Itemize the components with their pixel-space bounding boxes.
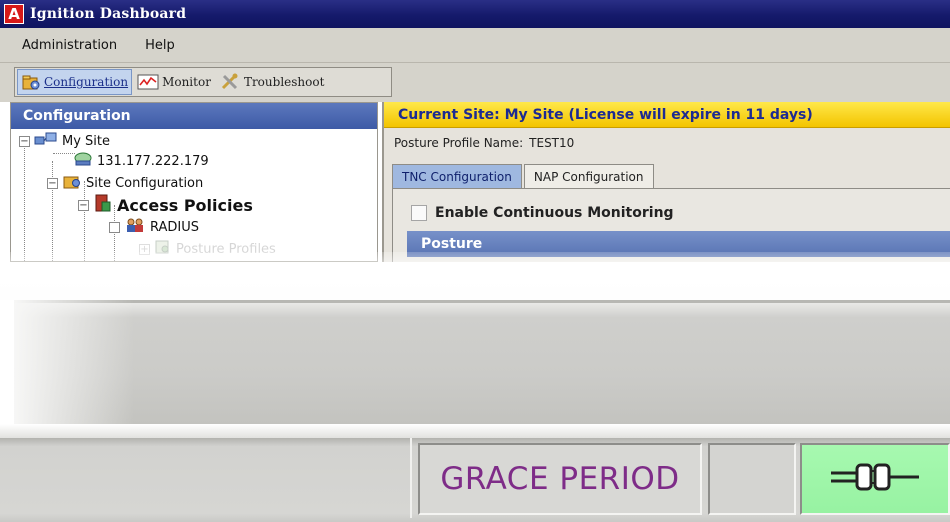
license-status-text: GRACE PERIOD: [440, 461, 680, 497]
tnc-configuration-content: Enable Continuous Monitoring Posture: [392, 188, 950, 262]
collapse-icon[interactable]: −: [78, 199, 89, 211]
configuration-tabs: TNC Configuration NAP Configuration: [392, 164, 656, 188]
tree-connector: [53, 153, 75, 154]
tree-item-ip-address[interactable]: 131.177.222.179: [73, 151, 209, 171]
window-title: Ignition Dashboard: [30, 6, 187, 22]
troubleshoot-tools-icon: [219, 73, 241, 91]
connection-status-cell[interactable]: [800, 443, 950, 515]
tab-tnc-configuration[interactable]: TNC Configuration: [392, 164, 522, 188]
configuration-button[interactable]: Configuration: [17, 69, 133, 95]
status-cell-message: [0, 438, 412, 518]
monitor-chart-icon: [137, 73, 159, 91]
tree-item-my-site[interactable]: − My Site: [19, 131, 110, 151]
tree-connector: [84, 181, 85, 261]
app-logo-icon: A: [4, 4, 24, 24]
menu-administration[interactable]: Administration: [22, 38, 117, 53]
status-panel-background: [14, 300, 950, 424]
status-cell-empty: [708, 443, 796, 515]
tree-label-site-configuration: Site Configuration: [86, 175, 204, 191]
configuration-tree-panel: Configuration − My Site 131.177.222.179 …: [10, 102, 378, 262]
posture-profile-name-label: Posture Profile Name:: [394, 136, 524, 150]
toolbar: Configuration Monitor Troubleshoot: [0, 62, 950, 102]
site-configuration-icon: [62, 173, 82, 193]
current-site-banner: Current Site: My Site (License will expi…: [384, 102, 950, 128]
panel-shadow: [14, 300, 134, 424]
tree-item-site-configuration[interactable]: − Site Configuration: [47, 173, 203, 193]
posture-profile-name-value: TEST10: [529, 136, 575, 150]
troubleshoot-label: Troubleshoot: [243, 75, 325, 89]
continuous-monitoring-label: Enable Continuous Monitoring: [435, 205, 674, 221]
monitor-button[interactable]: Monitor: [134, 69, 214, 95]
network-cloud-icon: [73, 151, 93, 171]
title-bar: A Ignition Dashboard: [0, 0, 950, 28]
connected-plug-icon: [825, 457, 925, 501]
configuration-icon: [21, 73, 41, 91]
network-site-icon: [34, 131, 58, 151]
troubleshoot-button[interactable]: Troubleshoot: [216, 69, 327, 95]
tree-panel-header: Configuration: [11, 103, 377, 129]
config-tree: − My Site 131.177.222.179 − Site Configu…: [11, 129, 377, 261]
radius-users-icon: [124, 217, 146, 237]
tree-connector: [24, 141, 25, 261]
continuous-monitoring-checkbox[interactable]: [411, 205, 427, 221]
tree-label-radius: RADIUS: [150, 219, 200, 235]
menu-bar: Administration Help: [0, 28, 950, 62]
configuration-label: Configuration: [44, 75, 129, 89]
tree-label-ip-address: 131.177.222.179: [97, 153, 209, 169]
license-status-cell: GRACE PERIOD: [418, 443, 702, 515]
menu-help[interactable]: Help: [145, 38, 175, 53]
monitor-label: Monitor: [162, 75, 211, 89]
tab-nap-configuration[interactable]: NAP Configuration: [523, 164, 654, 188]
collapse-icon[interactable]: −: [47, 177, 58, 189]
tree-item-access-policies[interactable]: − Access Policies: [78, 194, 253, 216]
fade-overlay: [0, 252, 950, 300]
continuous-monitoring-option[interactable]: Enable Continuous Monitoring: [411, 205, 674, 221]
posture-profile-name-row: Posture Profile Name: TEST10: [384, 128, 950, 158]
expand-icon[interactable]: [109, 221, 120, 233]
tree-label-access-policies: Access Policies: [117, 195, 253, 215]
status-bar: GRACE PERIOD: [0, 438, 950, 522]
tree-item-radius[interactable]: RADIUS: [109, 217, 199, 237]
access-policies-icon: [93, 194, 113, 216]
collapse-icon[interactable]: −: [19, 135, 30, 147]
view-switcher: Configuration Monitor Troubleshoot: [14, 67, 392, 97]
tree-label-my-site: My Site: [62, 133, 111, 149]
configuration-detail-panel: Current Site: My Site (License will expi…: [382, 102, 950, 262]
